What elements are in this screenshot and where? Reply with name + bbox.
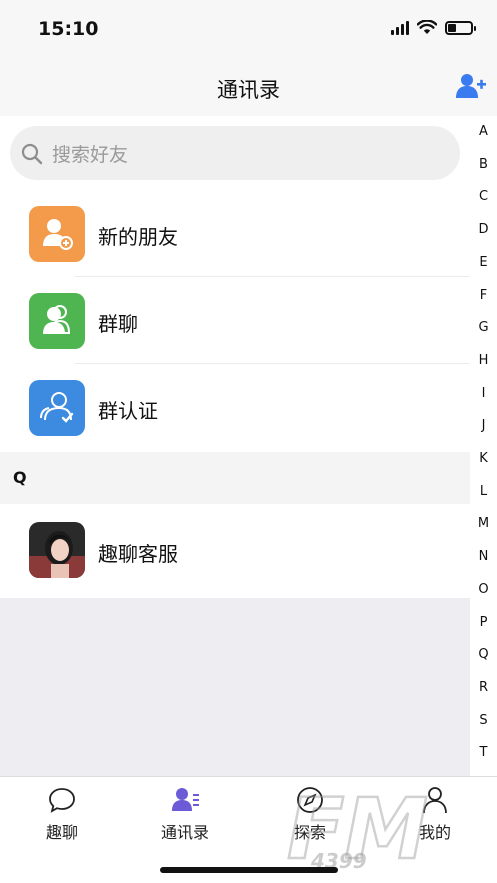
tab-contacts[interactable]: 通讯录 — [140, 785, 230, 843]
index-letter-i[interactable]: I — [470, 386, 497, 401]
index-letter-d[interactable]: D — [470, 222, 497, 237]
search-icon — [21, 143, 43, 165]
index-letter-e[interactable]: E — [470, 255, 497, 270]
wifi-icon — [417, 20, 437, 34]
index-letter-l[interactable]: L — [470, 484, 497, 499]
index-letter-q[interactable]: Q — [470, 647, 497, 662]
tab-chat[interactable]: 趣聊 — [17, 785, 107, 843]
group-verify-icon — [29, 380, 85, 436]
add-contact-icon[interactable] — [455, 72, 487, 100]
search-input[interactable]: 搜索好友 — [10, 126, 460, 180]
chat-bubble-icon — [49, 788, 75, 813]
new-friends-label: 新的朋友 — [98, 225, 178, 249]
search-area: 搜索好友 — [0, 116, 470, 190]
index-letter-a[interactable]: A — [470, 124, 497, 139]
group-chat-icon — [29, 293, 85, 349]
index-letter-r[interactable]: R — [470, 680, 497, 695]
index-letter-h[interactable]: H — [470, 353, 497, 368]
index-letter-f[interactable]: F — [470, 288, 497, 303]
status-icons — [391, 20, 476, 35]
watermark-logo: FM 4399 — [286, 780, 429, 872]
contact-avatar — [29, 522, 85, 578]
index-letter-n[interactable]: N — [470, 549, 497, 564]
group-verify-row[interactable]: 群认证 — [0, 364, 470, 451]
alphabet-index[interactable]: A B C D E F G H I J K L M N O P Q R S T — [470, 116, 497, 776]
contacts-icon — [172, 788, 199, 811]
group-chat-label: 群聊 — [98, 312, 138, 336]
tab-chat-label: 趣聊 — [45, 823, 78, 842]
status-bar: 15:10 — [0, 0, 497, 58]
index-letter-g[interactable]: G — [470, 320, 497, 335]
section-letter: Q — [13, 468, 27, 487]
battery-level — [448, 23, 456, 32]
index-letter-t[interactable]: T — [470, 745, 497, 760]
nav-bar: 通讯录 — [0, 58, 497, 116]
status-time: 15:10 — [38, 18, 99, 40]
index-letter-p[interactable]: P — [470, 615, 497, 630]
new-friend-icon — [29, 206, 85, 262]
home-indicator — [160, 867, 338, 873]
battery-icon — [445, 20, 476, 35]
section-header: Q — [0, 452, 470, 504]
index-letter-s[interactable]: S — [470, 713, 497, 728]
new-friends-row[interactable]: 新的朋友 — [0, 190, 470, 277]
group-chat-row[interactable]: 群聊 — [0, 277, 470, 364]
empty-area — [0, 598, 470, 776]
tab-contacts-label: 通讯录 — [160, 823, 209, 842]
contact-row[interactable]: 趣聊客服 — [0, 504, 470, 598]
function-list: 新的朋友 群聊 群认证 — [0, 190, 470, 451]
page-title: 通讯录 — [217, 78, 280, 102]
index-letter-k[interactable]: K — [470, 451, 497, 466]
index-letter-o[interactable]: O — [470, 582, 497, 597]
index-letter-b[interactable]: B — [470, 157, 497, 172]
group-verify-label: 群认证 — [98, 399, 158, 423]
search-placeholder: 搜索好友 — [52, 144, 129, 166]
index-letter-m[interactable]: M — [470, 516, 497, 531]
signal-icon — [391, 20, 409, 35]
contact-name: 趣聊客服 — [98, 542, 178, 566]
index-letter-c[interactable]: C — [470, 189, 497, 204]
index-letter-j[interactable]: J — [470, 418, 497, 433]
